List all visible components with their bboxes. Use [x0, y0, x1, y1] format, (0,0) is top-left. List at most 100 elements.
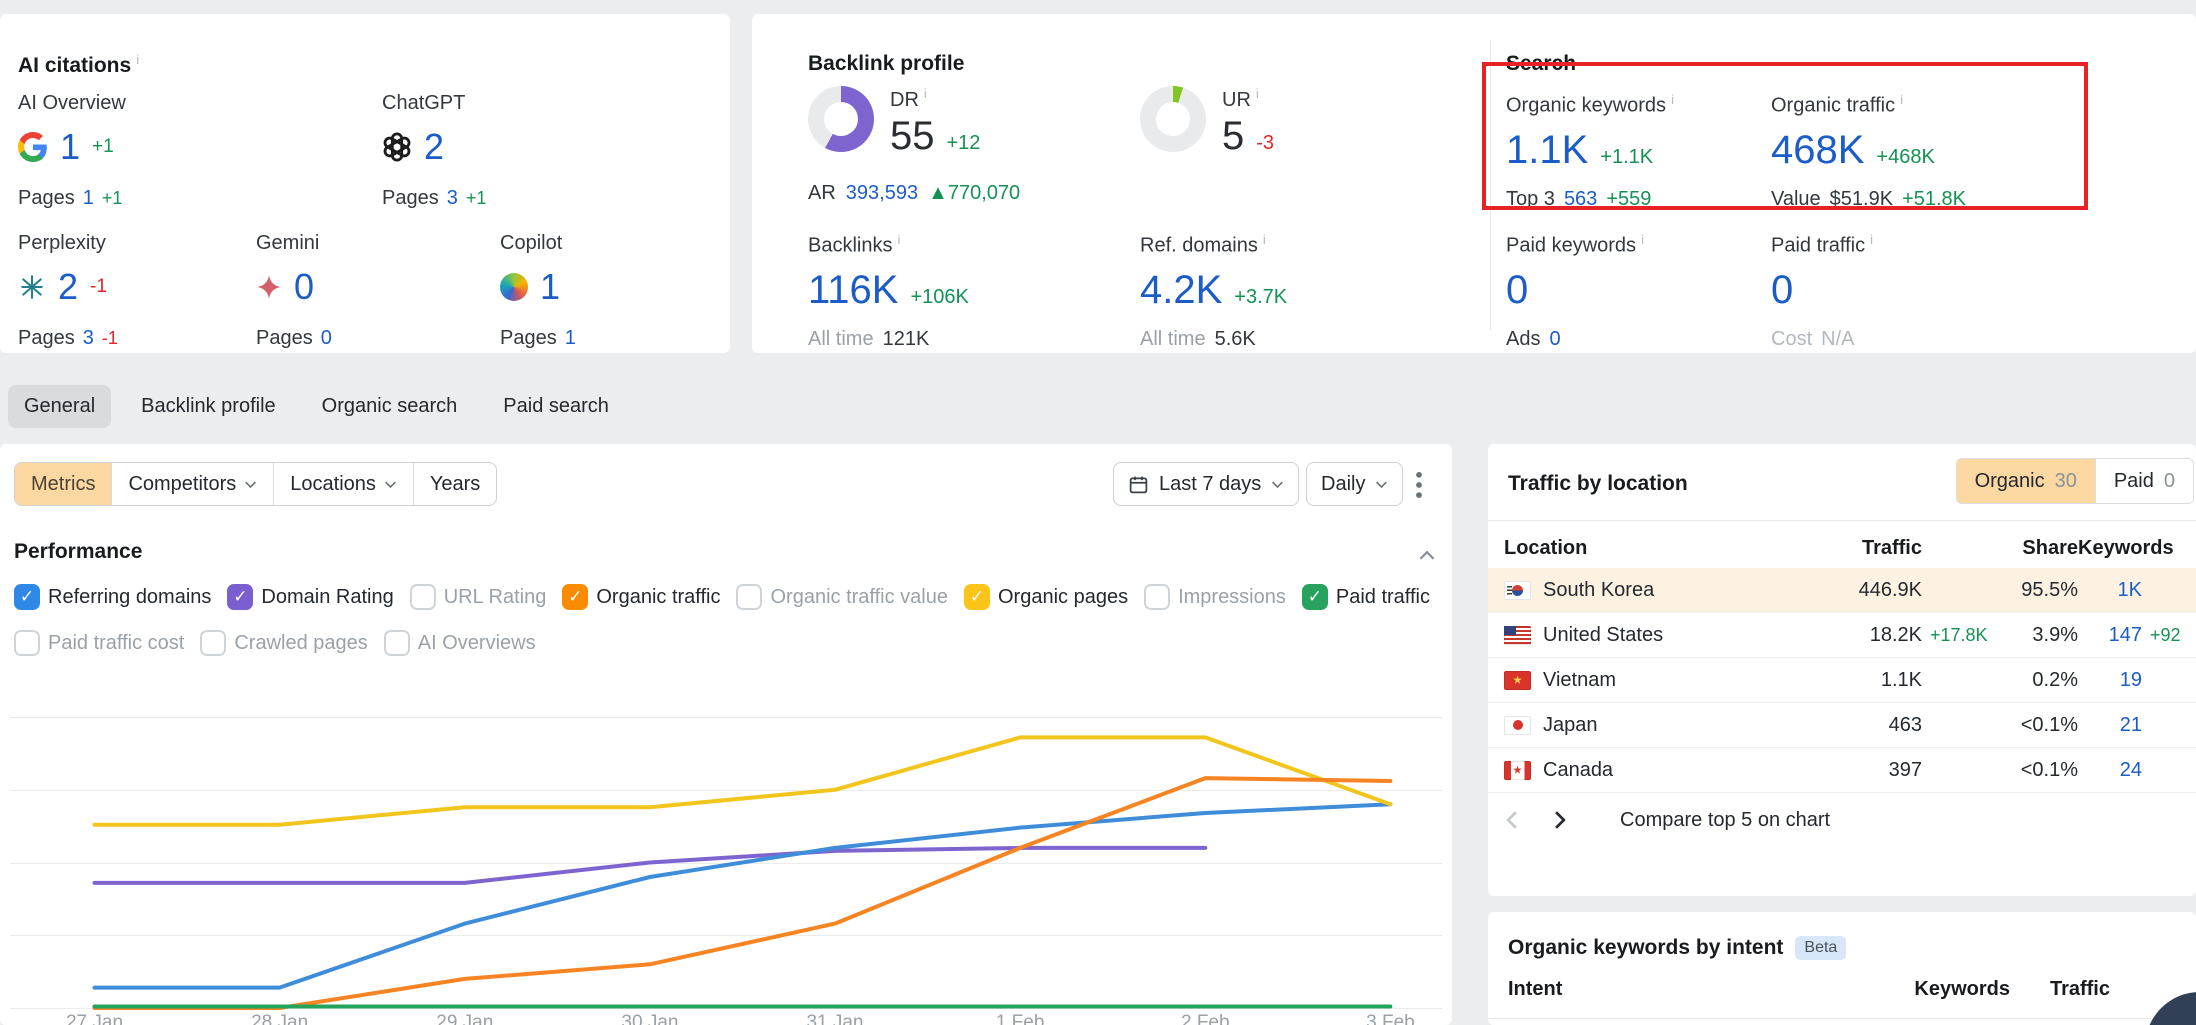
metric-checkbox-domain-rating[interactable]: Domain Rating [227, 584, 393, 610]
keywords-count[interactable]: 21 [2078, 714, 2142, 737]
tab-backlink-profile[interactable]: Backlink profile [125, 385, 292, 428]
top3-value[interactable]: 563 [1564, 188, 1597, 211]
top3-delta: +559 [1606, 188, 1651, 211]
location-table-header: Location Traffic Share Keywords [1488, 528, 2196, 568]
ref-domains-value[interactable]: 4.2K [1140, 270, 1222, 310]
keywords-count[interactable]: 19 [2078, 669, 2142, 692]
south-korea-flag [1504, 581, 1531, 600]
chevron-down-icon [384, 480, 397, 489]
date-range-picker[interactable]: Last 7 days [1113, 462, 1299, 506]
ai-overview-delta: +1 [92, 136, 114, 158]
keywords-count[interactable]: 147 [2078, 624, 2142, 647]
metric-label: URL Rating [444, 586, 547, 609]
column-keywords: Keywords [1860, 978, 2010, 1001]
collapse-chevron-up-icon[interactable] [1418, 544, 1436, 567]
organic-traffic-label: Organic traffic [1771, 92, 1966, 118]
pages-count[interactable]: 0 [321, 327, 332, 350]
metric-checkbox-paid-traffic-cost[interactable]: Paid traffic cost [14, 630, 184, 656]
table-row-japan[interactable]: Japan 463 <0.1% 21 [1488, 703, 2196, 748]
dr-value: 55 [890, 116, 935, 156]
ur-value: 5 [1222, 116, 1244, 156]
performance-panel: Metrics Competitors Locations Years [0, 444, 1452, 1025]
competitors-dropdown[interactable]: Competitors [111, 463, 273, 505]
pages-count[interactable]: 3 [83, 327, 94, 350]
more-options-kebab-icon[interactable] [1416, 472, 1422, 504]
keywords-count[interactable]: 1K [2078, 579, 2142, 602]
chatgpt-value[interactable]: 2 [424, 129, 444, 165]
backlinks-value[interactable]: 116K [808, 270, 898, 310]
ads-value[interactable]: 0 [1549, 328, 1560, 351]
checkbox-icon [1302, 584, 1328, 610]
divider [1488, 520, 2196, 521]
section-tabs: General Backlink profile Organic search … [8, 385, 625, 428]
column-traffic: Traffic [1812, 537, 1922, 560]
organic-traffic-stat: Organic traffic 468K +468K Value $51.9K … [1771, 92, 1966, 211]
toggle-paid[interactable]: Paid 0 [2095, 459, 2193, 503]
table-row-canada[interactable]: Canada 397 <0.1% 24 [1488, 748, 2196, 793]
organic-traffic-value[interactable]: 468K [1771, 130, 1864, 170]
traffic-value: 18.2K [1812, 624, 1922, 647]
granularity-dropdown[interactable]: Daily [1306, 462, 1403, 506]
metric-checkbox-organic-traffic[interactable]: Organic traffic [562, 584, 720, 610]
panel-divider [1490, 40, 1491, 330]
alltime-label: All time [808, 328, 874, 351]
tab-general[interactable]: General [8, 385, 111, 428]
metrics-button[interactable]: Metrics [15, 463, 111, 505]
location-name: Vietnam [1543, 669, 1616, 692]
metric-checkbox-organic-traffic-value[interactable]: Organic traffic value [736, 584, 948, 610]
prev-page-chevron-icon[interactable] [1504, 810, 1519, 830]
metric-checkbox-ai-overviews[interactable]: AI Overviews [384, 630, 536, 656]
years-button[interactable]: Years [413, 463, 496, 505]
site-explorer-overview: AI citations AI Overview 1 +1 Pages 1 [0, 0, 2196, 1025]
performance-title: Performance [14, 540, 142, 564]
pages-count[interactable]: 1 [83, 187, 94, 210]
copilot-value[interactable]: 1 [540, 269, 560, 305]
keywords-count[interactable]: 24 [2078, 759, 2142, 782]
tab-paid-search[interactable]: Paid search [487, 385, 625, 428]
ref-domains-delta: +3.7K [1234, 287, 1287, 307]
ai-overview-value[interactable]: 1 [60, 129, 80, 165]
paid-keywords-value[interactable]: 0 [1506, 270, 1528, 310]
toggle-organic[interactable]: Organic 30 [1957, 459, 2095, 503]
ur-label: UR [1222, 89, 1259, 111]
top3-label: Top 3 [1506, 188, 1555, 211]
alltime-value: 5.6K [1215, 328, 1256, 351]
organic-keywords-delta: +1.1K [1600, 147, 1653, 167]
gemini-stat: Gemini 0 Pages 0 [256, 232, 332, 350]
metric-checkbox-referring-domains[interactable]: Referring domains [14, 584, 211, 610]
metric-checkbox-impressions[interactable]: Impressions [1144, 584, 1286, 610]
checkbox-icon [562, 584, 588, 610]
next-page-chevron-icon[interactable] [1553, 810, 1568, 830]
organic-keywords-value[interactable]: 1.1K [1506, 130, 1588, 170]
share-value: 3.9% [1998, 624, 2078, 647]
locations-dropdown[interactable]: Locations [273, 463, 413, 505]
ar-label: AR [808, 182, 836, 205]
pages-label: Pages [18, 187, 75, 210]
metric-checkbox-paid-traffic[interactable]: Paid traffic [1302, 584, 1430, 610]
paid-traffic-value[interactable]: 0 [1771, 270, 1793, 310]
traffic-by-location-title: Traffic by location [1508, 472, 1688, 496]
ar-value[interactable]: 393,593 [846, 182, 918, 205]
table-row-south-korea[interactable]: South Korea 446.9K 95.5% 1K [1488, 568, 2196, 613]
compare-top5-link[interactable]: Compare top 5 on chart [1620, 809, 1830, 832]
performance-line-chart[interactable] [10, 717, 1442, 1008]
metric-checkbox-url-rating[interactable]: URL Rating [410, 584, 547, 610]
metric-checkbox-organic-pages[interactable]: Organic pages [964, 584, 1128, 610]
checkbox-icon [964, 584, 990, 610]
years-label: Years [430, 473, 480, 496]
perplexity-value[interactable]: 2 [58, 269, 78, 305]
table-row-united-states[interactable]: United States 18.2K +17.8K 3.9% 147 +92 [1488, 613, 2196, 658]
pages-count[interactable]: 3 [447, 187, 458, 210]
pages-count[interactable]: 1 [565, 327, 576, 350]
gemini-value[interactable]: 0 [294, 269, 314, 305]
tab-organic-search[interactable]: Organic search [306, 385, 474, 428]
ur-donut [1140, 86, 1206, 152]
ref-domains-stat: Ref. domains 4.2K +3.7K All time 5.6K [1140, 232, 1287, 351]
backlinks-label: Backlinks [808, 232, 969, 258]
checkbox-icon [227, 584, 253, 610]
location-pager: Compare top 5 on chart [1504, 796, 1830, 844]
metric-label: Organic traffic value [770, 586, 948, 609]
pages-label: Pages [18, 327, 75, 350]
table-row-vietnam[interactable]: Vietnam 1.1K 0.2% 19 [1488, 658, 2196, 703]
metric-checkbox-crawled-pages[interactable]: Crawled pages [200, 630, 367, 656]
